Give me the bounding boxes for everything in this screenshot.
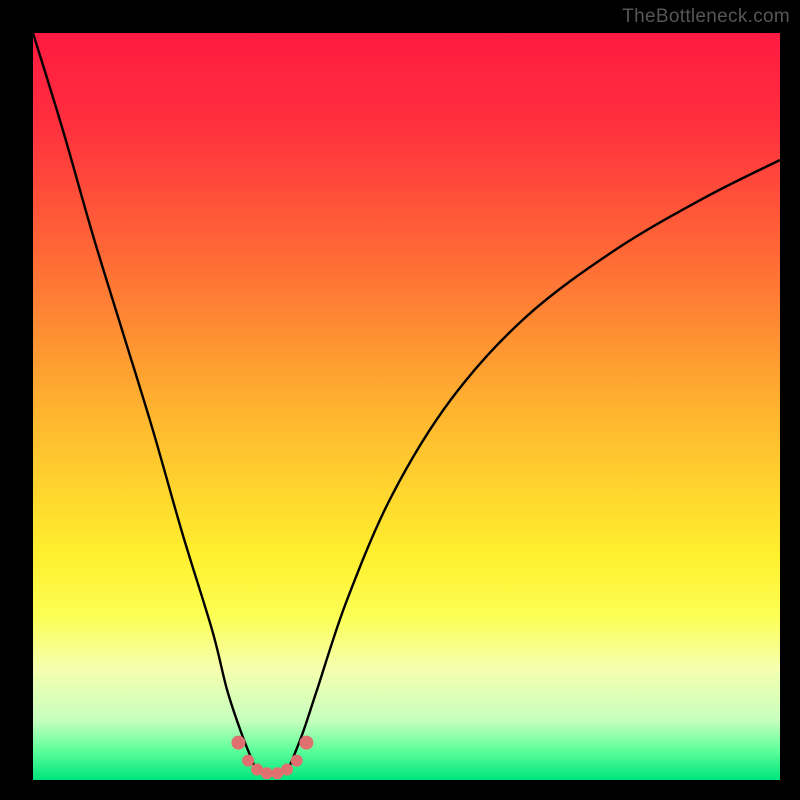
right-curve-path [287, 160, 780, 773]
marker-dot [291, 755, 303, 767]
marker-dot [242, 755, 254, 767]
curves-layer [33, 33, 780, 780]
watermark-text: TheBottleneck.com [622, 6, 790, 28]
marker-dot [281, 764, 293, 776]
plot-area [33, 33, 780, 780]
series-right-curve [287, 160, 780, 773]
series-left-curve [33, 33, 257, 773]
marker-dot [231, 736, 245, 750]
bottom-markers-group [231, 736, 313, 780]
chart-stage: TheBottleneck.com [0, 0, 800, 800]
left-curve-path [33, 33, 257, 773]
marker-dot [299, 736, 313, 750]
marker-dot [261, 767, 273, 779]
